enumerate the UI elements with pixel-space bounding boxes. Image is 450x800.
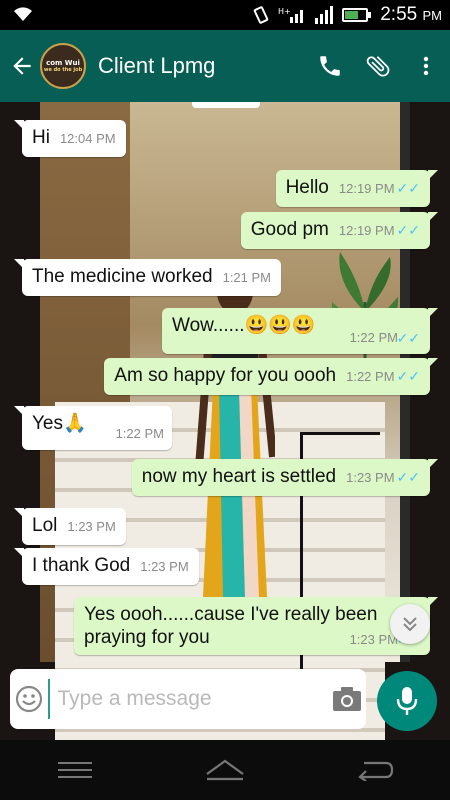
message-text: Wow......😃😃😃 [172, 315, 316, 336]
menu-button[interactable] [402, 42, 450, 90]
read-receipt-icon: ✓✓ [396, 469, 420, 485]
signal-h-icon: H+ [278, 7, 304, 23]
clock: 2:55 PM [380, 4, 442, 25]
message-in[interactable]: Lol 1:23 PM [14, 508, 126, 545]
recent-apps-button[interactable] [45, 750, 105, 790]
avatar-subtext: we do the job [43, 66, 83, 73]
message-out[interactable]: Hello 12:19 PM ✓✓ [275, 170, 439, 207]
smiley-icon [15, 685, 42, 713]
message-time: 1:23 PM [346, 470, 395, 485]
chat-header: com Wui we do the job Client Lpmg [0, 30, 450, 102]
message-time: 1:22 PM [346, 369, 395, 384]
camera-icon [333, 687, 362, 711]
message-in[interactable]: Hi 12:04 PM [14, 120, 126, 157]
contact-avatar[interactable]: com Wui we do the job [40, 43, 86, 89]
phone-icon [320, 56, 340, 76]
read-receipt-icon: ✓✓ [396, 222, 420, 238]
message-time: 1:22 PM [349, 330, 398, 345]
message-out[interactable]: Yes oooh......cause I've really been pra… [74, 597, 438, 655]
back-button[interactable] [4, 46, 40, 86]
scroll-to-bottom-button[interactable] [390, 604, 430, 644]
message-text: now my heart is settled [141, 466, 337, 487]
mic-button[interactable] [377, 671, 437, 731]
composer [10, 669, 366, 729]
message-text: Hi [32, 127, 50, 148]
message-text: Hello [285, 177, 329, 198]
read-receipt-icon: ✓✓ [396, 330, 420, 346]
message-out[interactable]: now my heart is settled 1:23 PM ✓✓ [131, 459, 439, 496]
wifi-icon [14, 7, 32, 22]
message-text: I thank God [32, 555, 131, 576]
back-nav-icon [358, 761, 394, 781]
message-time: 12:04 PM [59, 131, 116, 146]
message-text: Yes oooh......cause I've really been pra… [84, 604, 378, 648]
message-in[interactable]: The medicine worked 1:21 PM [13, 259, 282, 296]
chat-area[interactable]: Hi 12:04 PM Hello 12:19 PM ✓✓ Good pm 12:19 … [0, 102, 450, 740]
mic-icon [396, 687, 418, 715]
date-chip-edge [192, 102, 260, 108]
call-button[interactable] [306, 42, 354, 90]
message-text: Good pm [250, 219, 329, 240]
svg-text:H+: H+ [278, 7, 291, 16]
system-nav-bar [0, 740, 450, 800]
battery-icon [342, 8, 372, 22]
contact-name[interactable]: Client Lpmg [98, 53, 306, 79]
message-time: 12:19 PM [338, 181, 395, 196]
status-right: H+ 2:55 PM [252, 0, 442, 30]
status-bar: H+ 2:55 PM [0, 0, 450, 30]
message-in[interactable]: I thank God 1:23 PM [14, 548, 199, 585]
message-text: Yes🙏 [32, 413, 87, 434]
message-time: 1:22 PM [115, 426, 164, 441]
message-input[interactable] [47, 679, 329, 719]
read-receipt-icon: ✓✓ [396, 180, 420, 196]
message-out[interactable]: Am so happy for you oooh 1:22 PM ✓✓ [104, 358, 438, 395]
vibrate-icon [253, 6, 269, 24]
arrow-left-icon [13, 57, 31, 75]
message-out[interactable]: Wow......😃😃😃 1:22 PM ✓✓ [162, 308, 438, 354]
message-text: Am so happy for you oooh [114, 365, 337, 386]
message-out[interactable]: Good pm 12:19 PM ✓✓ [240, 212, 439, 249]
menu-lines-icon [58, 762, 92, 778]
home-button[interactable] [195, 750, 255, 790]
more-vert-icon [423, 56, 429, 76]
message-in[interactable]: Yes🙏 1:22 PM [14, 406, 172, 450]
back-nav-button[interactable] [345, 750, 405, 790]
message-text: The medicine worked [32, 266, 213, 287]
message-text: Lol [32, 515, 58, 536]
read-receipt-icon: ✓✓ [396, 368, 420, 384]
home-icon [206, 759, 244, 781]
message-time: 12:19 PM [338, 223, 395, 238]
signal-icon [315, 6, 334, 24]
chevron-double-down-icon [403, 617, 417, 632]
attach-button[interactable] [354, 42, 402, 90]
avatar-text: com Wui [46, 58, 80, 67]
camera-button[interactable] [329, 674, 367, 724]
message-time: 1:21 PM [222, 270, 272, 285]
emoji-button[interactable] [10, 674, 48, 724]
message-time: 1:23 PM [67, 519, 116, 534]
message-time: 1:23 PM [140, 559, 189, 574]
paperclip-icon [366, 56, 390, 77]
